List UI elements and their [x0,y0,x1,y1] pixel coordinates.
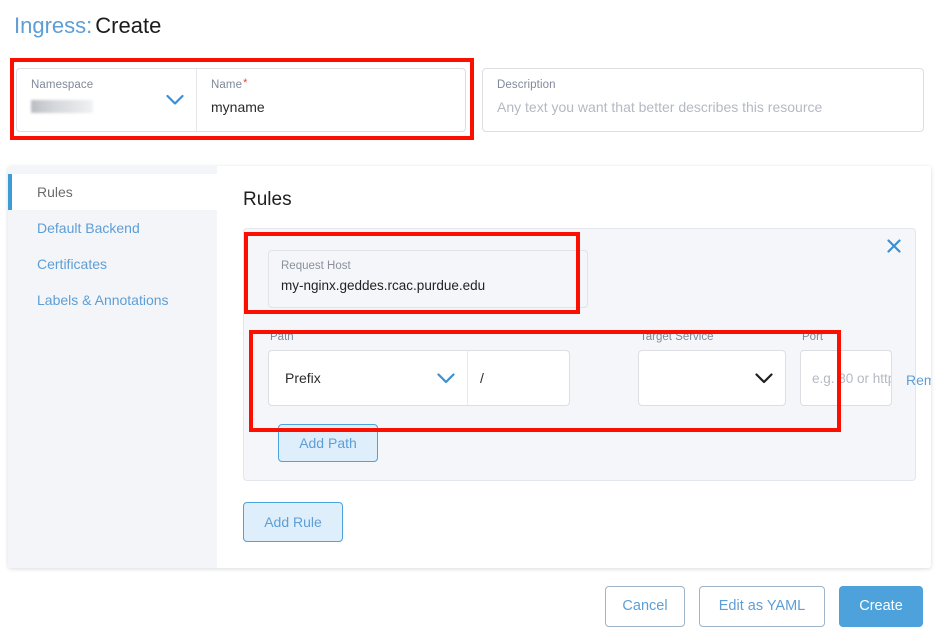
cancel-button[interactable]: Cancel [605,586,685,627]
page-title-kind: Ingress: [14,13,93,38]
name-label: Name* [211,77,453,92]
target-service-column: Target Service [638,330,786,406]
path-type-select[interactable]: Prefix [268,350,468,406]
tab-rules[interactable]: Rules [8,174,217,210]
remove-path-link[interactable]: Remove [906,372,931,406]
path-column: Path Prefix / [268,330,570,406]
page-title: Ingress: Create [14,11,161,41]
ingress-form-card: Rules Default Backend Certificates Label… [8,166,931,568]
required-marker: * [243,77,248,89]
footer-actions: Cancel Edit as YAML Create [605,586,923,627]
ingress-create-page: Ingress: Create Namespace Name* myname De… [0,0,939,639]
name-label-text: Name [211,79,243,91]
chevron-down-icon[interactable] [755,372,773,384]
identity-row: Namespace Name* myname Description Any t… [0,60,939,140]
request-host-field[interactable]: Request Host my-nginx.geddes.rcac.purdue… [268,250,588,308]
description-label: Description [497,79,556,91]
namespace-select[interactable]: Namespace [17,69,197,131]
path-value-input[interactable]: / [468,350,570,406]
tab-labels-annotations-label: Labels & Annotations [37,292,169,308]
description-input[interactable]: Any text you want that better describes … [497,97,911,117]
tab-labels-annotations[interactable]: Labels & Annotations [8,282,217,318]
port-label: Port [802,331,824,343]
tab-certificates-label: Certificates [37,256,108,272]
chevron-down-icon[interactable] [166,94,184,106]
create-button[interactable]: Create [839,586,923,627]
path-row: Path Prefix / Target Service Port e.g. 8… [268,330,931,406]
add-rule-button[interactable]: Add Rule [243,502,343,542]
rules-heading: Rules [243,189,292,210]
add-path-button[interactable]: Add Path [278,424,378,462]
namespace-label: Namespace [31,79,94,91]
tab-rail: Rules Default Backend Certificates Label… [8,166,217,568]
target-service-select[interactable] [638,350,786,406]
namespace-name-card: Namespace Name* myname [16,68,466,132]
tab-certificates[interactable]: Certificates [8,246,217,282]
path-label: Path [270,331,294,343]
port-input[interactable]: e.g. 80 or http [800,350,892,406]
tab-default-backend[interactable]: Default Backend [8,210,217,246]
namespace-value-redacted [31,100,93,113]
request-host-label: Request Host [281,260,351,272]
name-field[interactable]: Name* myname [197,69,465,131]
tab-default-backend-label: Default Backend [37,220,140,236]
rule-card: Request Host my-nginx.geddes.rcac.purdue… [243,228,931,481]
target-service-label: Target Service [640,331,714,343]
tab-rules-label: Rules [37,184,73,200]
port-column: Port e.g. 80 or http [800,330,892,406]
description-field[interactable]: Description Any text you want that bette… [482,68,924,132]
name-input[interactable]: myname [211,97,453,117]
tab-panel-rules: Rules Request Host my-nginx.geddes.rcac.… [217,166,931,568]
close-icon[interactable] [884,238,904,258]
chevron-down-icon[interactable] [437,372,455,384]
request-host-input[interactable]: my-nginx.geddes.rcac.purdue.edu [281,276,575,295]
edit-as-yaml-button[interactable]: Edit as YAML [699,586,825,627]
path-type-value: Prefix [285,370,321,386]
page-title-action: Create [95,13,162,38]
